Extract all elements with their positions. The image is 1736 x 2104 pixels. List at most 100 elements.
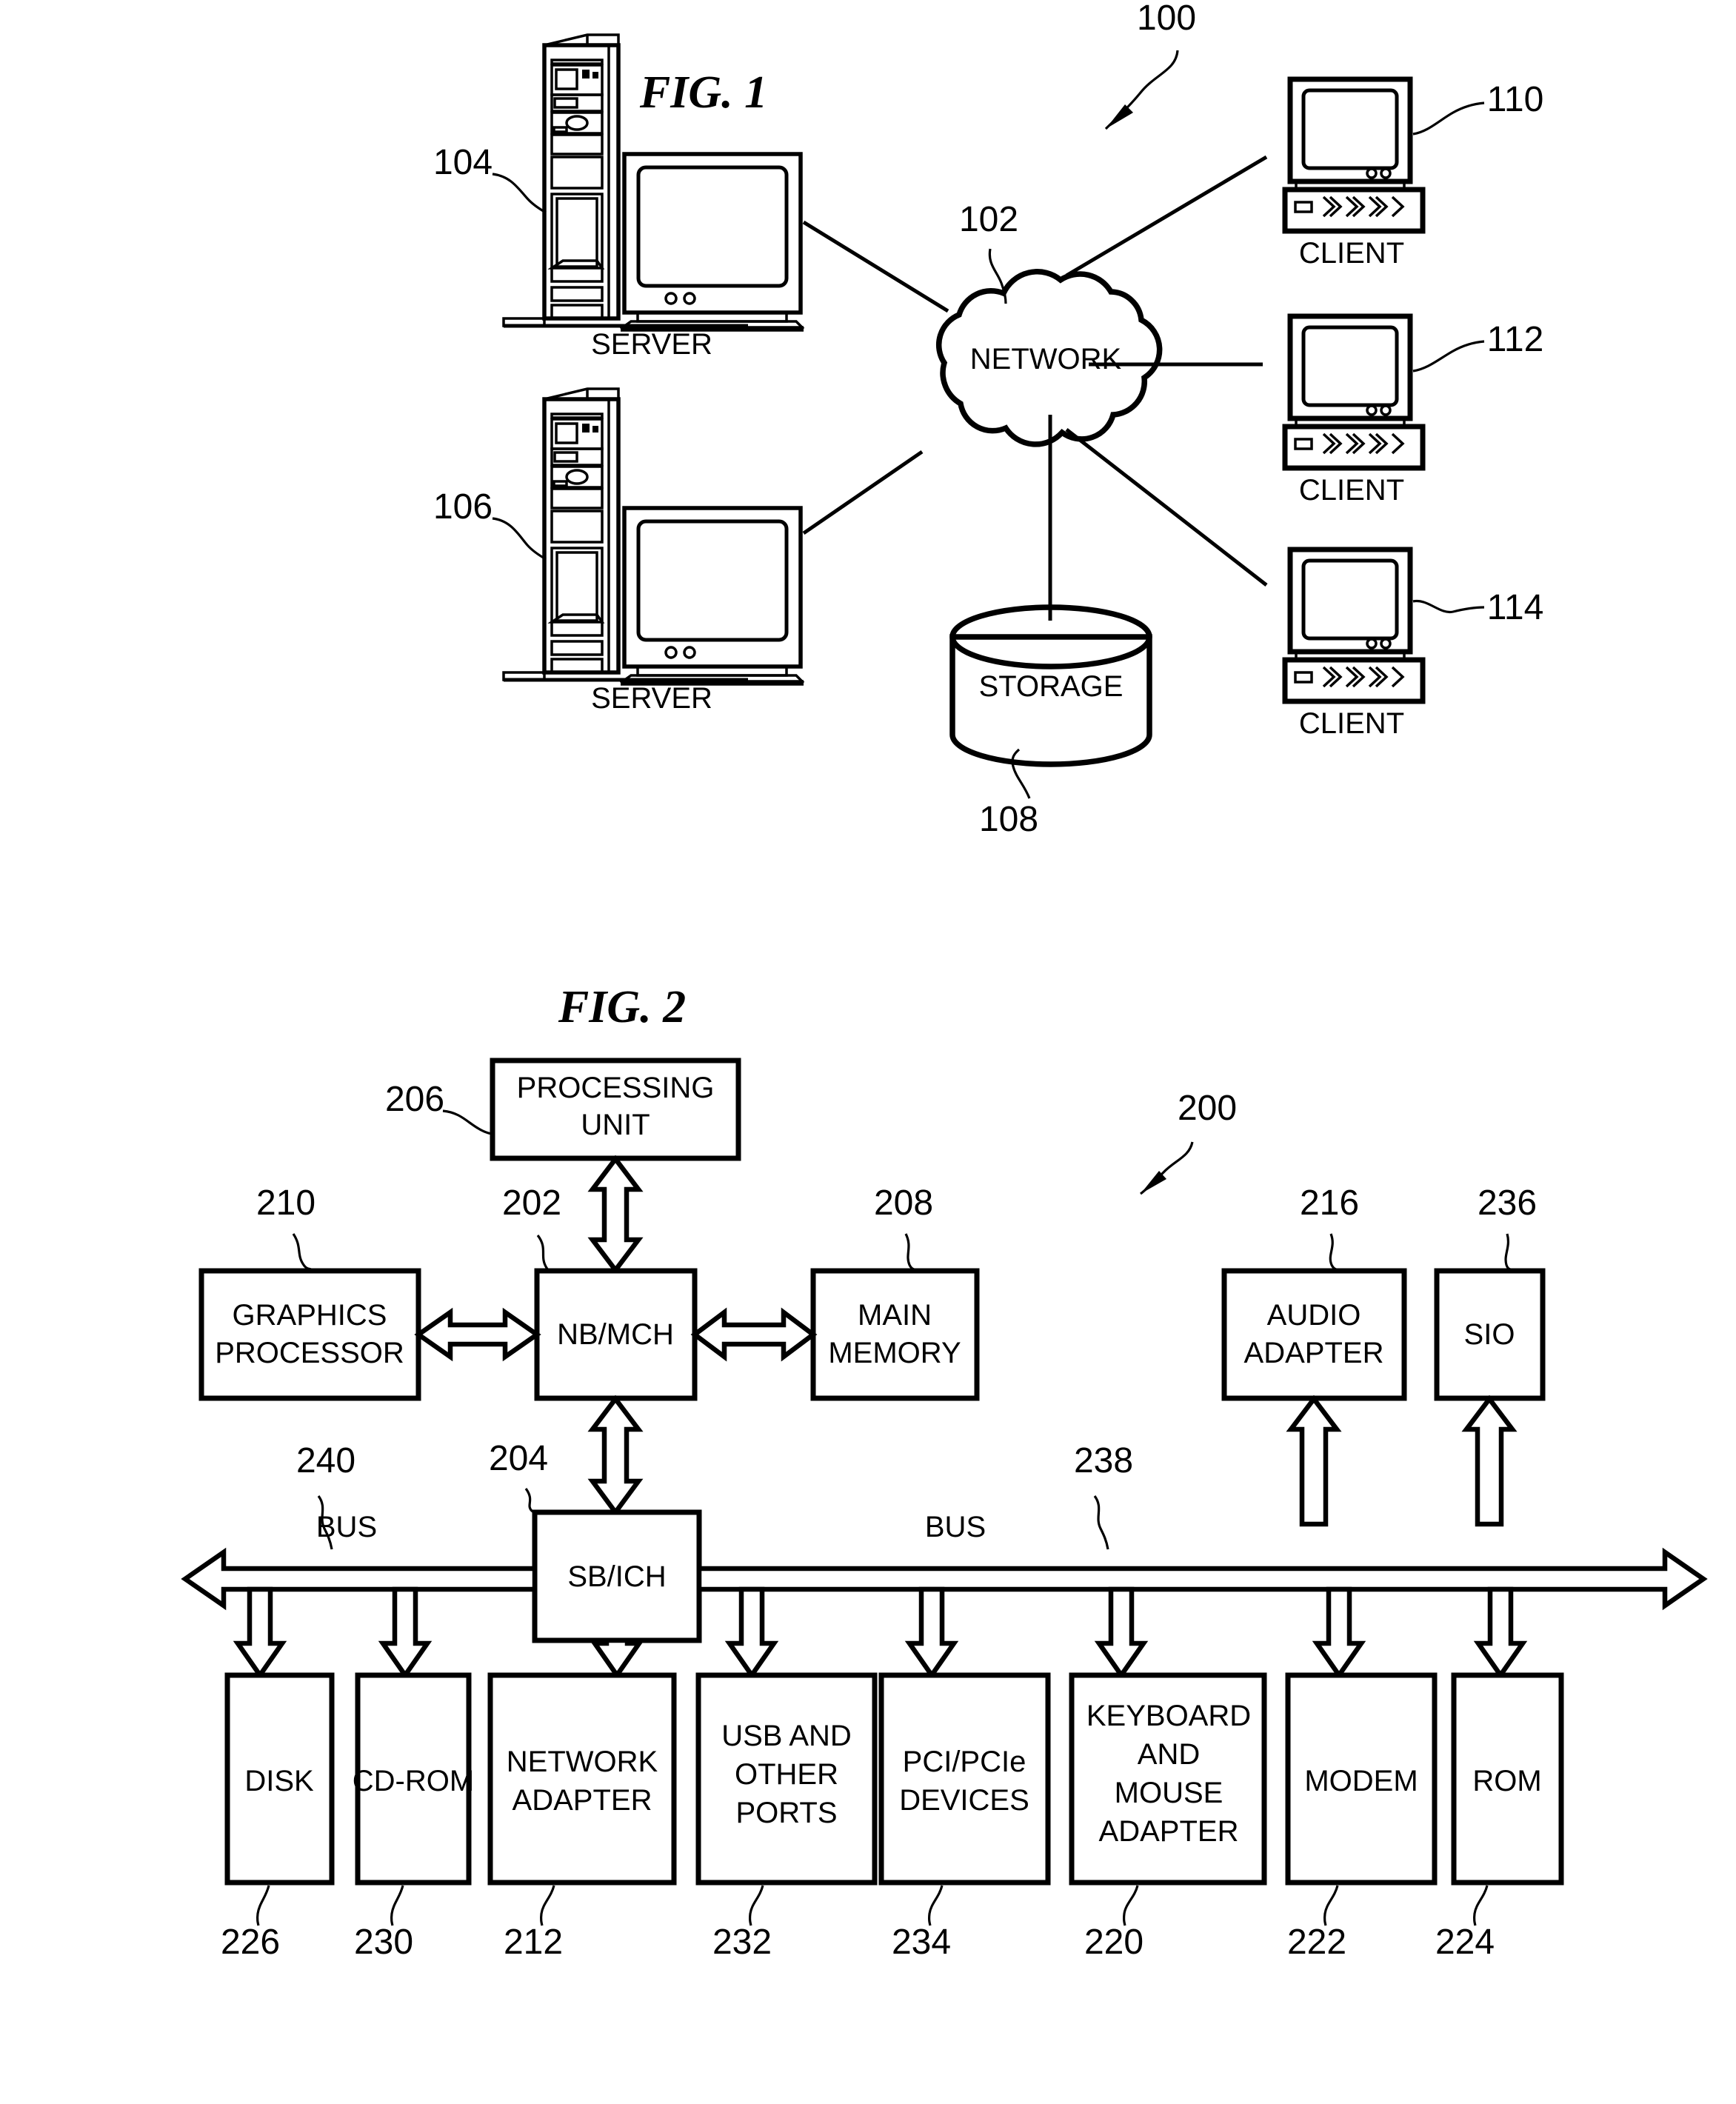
audio-adapter-ref: 216 (1300, 1183, 1359, 1223)
link-server104-network (802, 220, 949, 313)
processing-unit-label-line2: UNIT (581, 1109, 650, 1141)
audio-adapter-label-line1: AUDIO (1267, 1299, 1361, 1332)
device-box-modem: MODEM 222 (1285, 1672, 1438, 1962)
sb-ich-ref: 204 (489, 1439, 548, 1478)
main-memory-leader (904, 1233, 915, 1271)
main-memory-label-line1: MAIN (858, 1299, 932, 1332)
drop-arrow-keyboard-mouse (1094, 1586, 1149, 1680)
device-disk-leader (256, 1885, 270, 1926)
device-keyboard-mouse-leader (1122, 1885, 1139, 1926)
drop-arrow-network-adapter (590, 1637, 644, 1680)
nb-mch-leader (536, 1235, 558, 1272)
arrow-bus-audio-adapter (1286, 1395, 1342, 1527)
arrow-pu-nbmch (587, 1155, 644, 1275)
patent-drawing-sheet: FIG. 1 100 SERVER 104 SERVER 106 NETWORK… (0, 0, 1736, 2104)
storage-label: STORAGE (979, 670, 1124, 703)
fig1-connections (802, 155, 1268, 621)
device-keyboard-mouse-line-3: ADAPTER (1099, 1815, 1239, 1848)
device-rom-ref: 224 (1435, 1923, 1495, 1962)
device-cdrom-ref: 230 (354, 1923, 413, 1962)
arrow-bus-sio (1461, 1395, 1518, 1527)
client-114-label: CLIENT (1299, 707, 1404, 740)
processing-unit-leader (442, 1109, 493, 1135)
drop-arrow-disk (233, 1586, 287, 1680)
device-usb-ports-ref: 232 (712, 1923, 772, 1962)
server-106-tower (542, 387, 621, 675)
device-disk-ref: 226 (221, 1923, 280, 1962)
device-modem-leader (1323, 1885, 1339, 1926)
bus-left-label: BUS (316, 1511, 377, 1543)
arrow-nbmch-mm (690, 1307, 818, 1362)
device-usb-ports-line-2: PORTS (735, 1797, 837, 1829)
processing-unit-label-line1: PROCESSING (517, 1072, 715, 1104)
drop-arrow-pci (904, 1586, 959, 1680)
network-label: NETWORK (970, 343, 1122, 375)
drop-arrow-cdrom (378, 1586, 433, 1680)
bus-drop-arrows (233, 1586, 1528, 1680)
fig2-system-ref: 200 (1178, 1089, 1237, 1128)
device-box-rom: ROM 224 (1435, 1672, 1564, 1962)
server-106: SERVER 106 (433, 387, 805, 715)
network-ref: 102 (959, 200, 1018, 239)
storage-cylinder: STORAGE 108 (949, 604, 1152, 839)
device-modem-ref: 222 (1287, 1923, 1346, 1962)
client-112: CLIENT 112 (1282, 313, 1544, 507)
nb-mch-label: NB/MCH (557, 1318, 674, 1351)
device-pci-ref: 234 (892, 1923, 951, 1962)
fig-2-group: FIG. 2 200 PROCESSING UNIT 206 NB/MCH 20… (181, 982, 1708, 1962)
device-box-usb-ports: USB AND OTHER PORTS 232 (695, 1672, 878, 1962)
link-server106-network (802, 450, 924, 535)
arrow-gp-nbmch (414, 1307, 541, 1362)
audio-adapter-label-line2: ADAPTER (1244, 1337, 1384, 1369)
device-keyboard-mouse-line-0: KEYBOARD (1086, 1700, 1251, 1732)
audio-adapter-leader (1329, 1233, 1338, 1271)
device-box-cdrom: CD-ROM 230 (353, 1672, 474, 1962)
device-network-adapter-line-1: ADAPTER (513, 1784, 652, 1817)
graphics-processor-label-line2: PROCESSOR (215, 1337, 404, 1369)
client-110-leader (1412, 101, 1485, 136)
client-114-ref: 114 (1487, 588, 1544, 627)
device-cdrom-line-0: CD-ROM (353, 1765, 474, 1797)
bus-right-ref: 238 (1074, 1441, 1133, 1480)
device-keyboard-mouse-ref: 220 (1084, 1923, 1144, 1962)
server-106-leader (492, 517, 547, 561)
bus-right-leader (1093, 1495, 1109, 1550)
device-cdrom-leader (390, 1885, 404, 1926)
client-112-label: CLIENT (1299, 474, 1404, 507)
block-sb-ich: SB/ICH 204 (489, 1439, 702, 1643)
block-sio: SIO 236 (1434, 1183, 1546, 1401)
nb-mch-ref: 202 (502, 1183, 561, 1223)
arrow-nbmch-sbich (587, 1395, 644, 1517)
storage-leader (1011, 748, 1031, 799)
client-112-ref: 112 (1487, 320, 1544, 359)
bus-right-label: BUS (925, 1511, 986, 1543)
fig1-system-arrowhead (1106, 104, 1133, 129)
device-network-adapter-line-0: NETWORK (507, 1746, 658, 1778)
device-network-adapter-leader (539, 1885, 555, 1926)
fig2-title: FIG. 2 (558, 982, 686, 1032)
client-110: CLIENT 110 (1282, 76, 1544, 270)
device-keyboard-mouse-line-2: MOUSE (1115, 1777, 1223, 1809)
device-box-disk: DISK 226 (221, 1672, 335, 1962)
device-modem-line-0: MODEM (1304, 1765, 1418, 1797)
block-nb-mch: NB/MCH 202 (502, 1183, 698, 1401)
device-pci-leader (927, 1885, 944, 1926)
server-104-ref: 104 (433, 143, 493, 182)
server-106-ref: 106 (433, 487, 493, 527)
server-104-tower (542, 33, 621, 321)
main-memory-ref: 208 (874, 1183, 933, 1223)
client-114-leader (1412, 599, 1485, 614)
device-network-adapter-ref: 212 (504, 1923, 563, 1962)
sio-label: SIO (1464, 1318, 1515, 1351)
block-main-memory: MAIN MEMORY 208 (810, 1183, 980, 1401)
client-110-ref: 110 (1487, 80, 1544, 119)
server-106-monitor (619, 506, 805, 686)
sb-ich-label: SB/ICH (567, 1560, 666, 1593)
fig-1-group: FIG. 1 100 SERVER 104 SERVER 106 NETWORK… (433, 0, 1543, 839)
drop-arrow-usb-ports (724, 1586, 779, 1680)
client-112-leader (1412, 340, 1485, 373)
processing-unit-ref: 206 (385, 1080, 444, 1119)
fig1-system-ref: 100 (1137, 0, 1196, 38)
link-network-client114 (1065, 428, 1268, 587)
figure-canvas: FIG. 1 100 SERVER 104 SERVER 106 NETWORK… (181, 0, 1708, 1962)
